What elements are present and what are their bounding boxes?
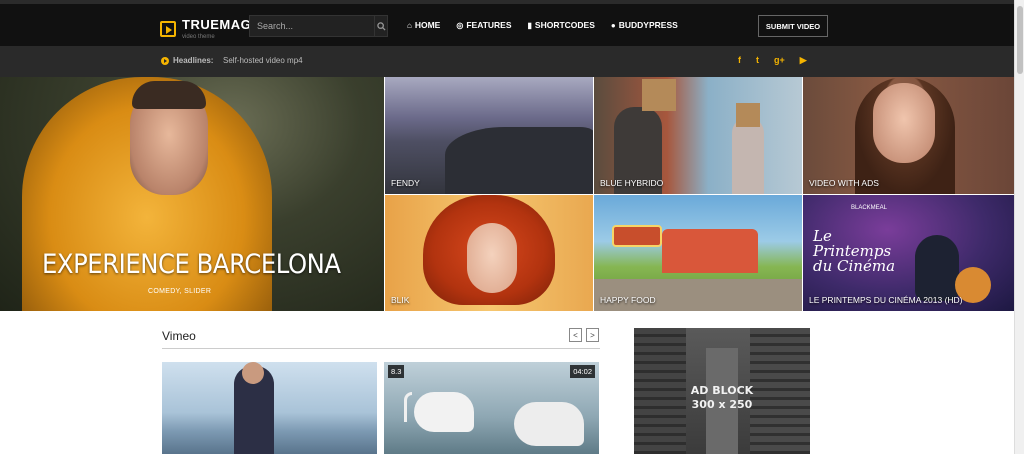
nav-item-buddypress[interactable]: ● BUDDYPRESS (611, 20, 678, 30)
nav-item-home[interactable]: ⌂ HOME (407, 20, 440, 30)
bookmark-icon: ▮ (527, 20, 532, 30)
nav-label-buddypress: BUDDYPRESS (618, 20, 678, 30)
tile-image-face (873, 83, 935, 163)
tile-image-person-2 (732, 117, 764, 194)
ad-line-1: AD BLOCK (690, 384, 754, 397)
twitter-icon[interactable]: t (756, 55, 759, 66)
search-icon (376, 21, 386, 31)
site-logo[interactable]: TRUEMAG video theme (160, 16, 251, 41)
tile-caption: FENDY (391, 178, 420, 188)
scrollbar-thumb[interactable] (1017, 6, 1023, 74)
tile-caption: VIDEO WITH ADS (809, 178, 879, 188)
nav-item-shortcodes[interactable]: ▮ SHORTCODES (528, 20, 595, 30)
hero-main-video[interactable]: EXPERIENCE BARCELONA COMEDY, SLIDER (0, 77, 384, 311)
section-title-vimeo: Vimeo (162, 329, 196, 343)
thumb-image-swan-neck (404, 392, 412, 422)
youtube-icon[interactable]: ▶ (800, 55, 807, 66)
tile-caption: BLIK (391, 295, 410, 305)
user-icon: ● (610, 20, 616, 30)
home-icon: ⌂ (407, 20, 412, 30)
poster-script-text: Le Printemps du Cinéma (813, 227, 896, 275)
thumb-image-swan-2 (514, 402, 584, 446)
video-thumbnail[interactable]: 8.3 04:02 (384, 362, 599, 454)
play-logo-icon (160, 20, 176, 37)
poster-top-text: BLACKMEAL (851, 205, 888, 211)
hero-tile-video-with-ads[interactable]: VIDEO WITH ADS (803, 77, 1014, 194)
tile-image-box-head-1 (642, 79, 676, 111)
tile-image-building (662, 229, 758, 273)
facebook-icon[interactable]: f (738, 55, 741, 66)
hero-tile-happy-food[interactable]: HAPPY FOOD (594, 195, 802, 311)
hero-tile-blue-hybrido[interactable]: BLUE HYBRIDO (594, 77, 802, 194)
target-icon: ◎ (456, 20, 464, 30)
tile-image-sign (612, 225, 662, 247)
ad-block[interactable]: AD BLOCK 300 x 250 (634, 328, 810, 454)
headline-link[interactable]: Self-hosted video mp4 (223, 56, 303, 65)
tile-caption: BLUE HYBRIDO (600, 178, 664, 188)
hero-main-category[interactable]: COMEDY, SLIDER (148, 288, 211, 295)
submit-video-button[interactable]: SUBMIT VIDEO (758, 15, 828, 37)
tile-caption: HAPPY FOOD (600, 295, 656, 305)
logo-text-group: TRUEMAG video theme (182, 16, 251, 41)
headlines-bar: Headlines: Self-hosted video mp4 f t g+ … (0, 46, 1014, 77)
headlines-label-group: Headlines: (161, 56, 213, 65)
logo-text: TRUEMAG (182, 17, 252, 32)
ad-label: AD BLOCK 300 x 250 (634, 384, 810, 412)
top-bar: TRUEMAG video theme ⌂ HOME ◎ FEATURES ▮ … (0, 0, 1014, 46)
tile-image-face (467, 223, 517, 293)
rating-badge: 8.3 (388, 365, 405, 378)
thumb-image-swan (414, 392, 474, 432)
page-scrollbar[interactable] (1014, 0, 1024, 454)
duration-badge: 04:02 (570, 365, 595, 378)
hero-tile-blik[interactable]: BLIK (385, 195, 593, 311)
tile-image-box-head-2 (736, 103, 760, 127)
hero-main-title[interactable]: EXPERIENCE BARCELONA (42, 249, 341, 280)
nav-label-features: FEATURES (466, 20, 512, 30)
carousel-next-button[interactable]: > (586, 328, 599, 342)
hero-main-hair (132, 81, 206, 109)
nav-item-features[interactable]: ◎ FEATURES (456, 20, 511, 30)
search-button[interactable] (374, 16, 387, 36)
headlines-label: Headlines: (173, 56, 214, 65)
tile-image-fendy (445, 127, 593, 194)
play-circle-icon (161, 56, 169, 65)
search-input[interactable] (250, 16, 374, 36)
logo-tagline: video theme (182, 34, 215, 40)
video-thumbnail[interactable] (162, 362, 377, 454)
social-links: f t g+ ▶ (738, 55, 807, 66)
google-plus-icon[interactable]: g+ (774, 55, 785, 66)
page: TRUEMAG video theme ⌂ HOME ◎ FEATURES ▮ … (0, 0, 1024, 454)
tile-caption: LE PRINTEMPS DU CINÉMA 2013 (HD) (809, 295, 963, 305)
ad-line-2: 300 x 250 (691, 398, 753, 411)
main-nav: ⌂ HOME ◎ FEATURES ▮ SHORTCODES ● BUDDYPR… (407, 20, 678, 30)
nav-label-shortcodes: SHORTCODES (534, 20, 595, 30)
hero-tile-fendy[interactable]: FENDY (385, 77, 593, 194)
hero-grid: EXPERIENCE BARCELONA COMEDY, SLIDER FEND… (0, 77, 1014, 311)
nav-label-home: HOME (414, 20, 441, 30)
hero-tile-printemps-cinema[interactable]: BLACKMEAL Le Printemps du Cinéma LE PRIN… (803, 195, 1014, 311)
thumb-image-head (242, 362, 264, 384)
tile-image-character (915, 235, 959, 301)
section-divider (162, 348, 600, 349)
carousel-prev-button[interactable]: < (569, 328, 582, 342)
search-box (249, 15, 388, 37)
